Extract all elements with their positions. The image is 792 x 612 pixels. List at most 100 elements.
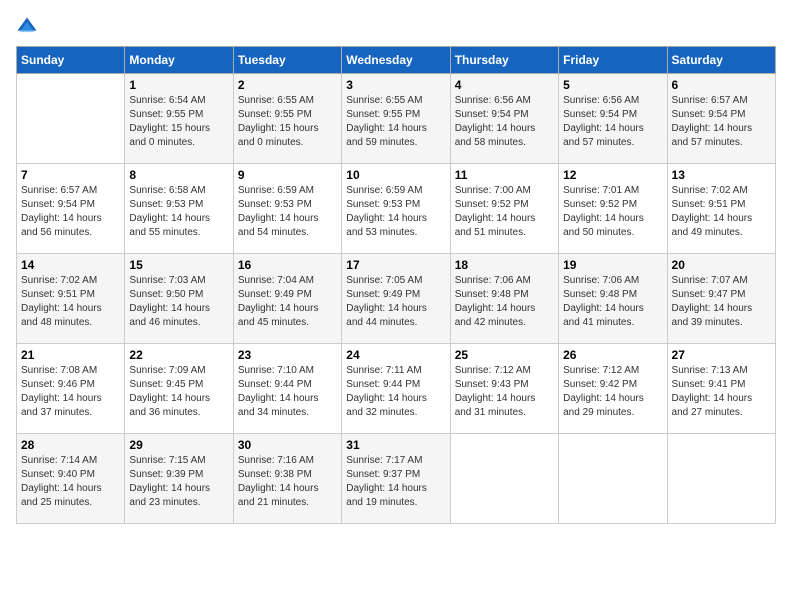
day-info: Sunrise: 6:54 AM Sunset: 9:55 PM Dayligh… xyxy=(129,94,228,150)
day-info: Sunrise: 7:05 AM Sunset: 9:49 PM Dayligh… xyxy=(346,274,445,330)
day-number: 14 xyxy=(21,258,120,272)
day-info: Sunrise: 7:15 AM Sunset: 9:39 PM Dayligh… xyxy=(129,454,228,510)
calendar-cell: 27 Sunrise: 7:13 AM Sunset: 9:41 PM Dayli… xyxy=(667,344,775,434)
day-info: Sunrise: 7:16 AM Sunset: 9:38 PM Dayligh… xyxy=(238,454,337,510)
day-number: 3 xyxy=(346,78,445,92)
day-info: Sunrise: 7:14 AM Sunset: 9:40 PM Dayligh… xyxy=(21,454,120,510)
day-number: 27 xyxy=(672,348,771,362)
calendar-cell: 16 Sunrise: 7:04 AM Sunset: 9:49 PM Dayli… xyxy=(233,254,341,344)
calendar-header-row: SundayMondayTuesdayWednesdayThursdayFrid… xyxy=(17,47,776,74)
day-info: Sunrise: 6:59 AM Sunset: 9:53 PM Dayligh… xyxy=(346,184,445,240)
day-number: 10 xyxy=(346,168,445,182)
day-of-week-header: Saturday xyxy=(667,47,775,74)
day-info: Sunrise: 7:06 AM Sunset: 9:48 PM Dayligh… xyxy=(455,274,554,330)
calendar-cell: 13 Sunrise: 7:02 AM Sunset: 9:51 PM Dayli… xyxy=(667,164,775,254)
calendar-cell: 25 Sunrise: 7:12 AM Sunset: 9:43 PM Dayli… xyxy=(450,344,558,434)
day-number: 1 xyxy=(129,78,228,92)
day-info: Sunrise: 6:57 AM Sunset: 9:54 PM Dayligh… xyxy=(21,184,120,240)
calendar-cell: 7 Sunrise: 6:57 AM Sunset: 9:54 PM Daylig… xyxy=(17,164,125,254)
day-info: Sunrise: 7:02 AM Sunset: 9:51 PM Dayligh… xyxy=(672,184,771,240)
day-number: 30 xyxy=(238,438,337,452)
calendar-cell: 1 Sunrise: 6:54 AM Sunset: 9:55 PM Daylig… xyxy=(125,74,233,164)
day-number: 26 xyxy=(563,348,662,362)
day-info: Sunrise: 7:01 AM Sunset: 9:52 PM Dayligh… xyxy=(563,184,662,240)
calendar-cell: 31 Sunrise: 7:17 AM Sunset: 9:37 PM Dayli… xyxy=(342,434,450,524)
day-info: Sunrise: 7:02 AM Sunset: 9:51 PM Dayligh… xyxy=(21,274,120,330)
day-info: Sunrise: 6:55 AM Sunset: 9:55 PM Dayligh… xyxy=(346,94,445,150)
logo-icon xyxy=(16,16,38,38)
calendar-table: SundayMondayTuesdayWednesdayThursdayFrid… xyxy=(16,46,776,524)
calendar-cell: 29 Sunrise: 7:15 AM Sunset: 9:39 PM Dayli… xyxy=(125,434,233,524)
day-number: 15 xyxy=(129,258,228,272)
day-info: Sunrise: 7:17 AM Sunset: 9:37 PM Dayligh… xyxy=(346,454,445,510)
day-info: Sunrise: 7:04 AM Sunset: 9:49 PM Dayligh… xyxy=(238,274,337,330)
day-info: Sunrise: 7:12 AM Sunset: 9:42 PM Dayligh… xyxy=(563,364,662,420)
day-number: 25 xyxy=(455,348,554,362)
day-info: Sunrise: 7:00 AM Sunset: 9:52 PM Dayligh… xyxy=(455,184,554,240)
calendar-cell: 9 Sunrise: 6:59 AM Sunset: 9:53 PM Daylig… xyxy=(233,164,341,254)
day-info: Sunrise: 7:08 AM Sunset: 9:46 PM Dayligh… xyxy=(21,364,120,420)
day-number: 5 xyxy=(563,78,662,92)
day-number: 16 xyxy=(238,258,337,272)
calendar-cell xyxy=(17,74,125,164)
day-info: Sunrise: 6:58 AM Sunset: 9:53 PM Dayligh… xyxy=(129,184,228,240)
day-number: 13 xyxy=(672,168,771,182)
day-number: 20 xyxy=(672,258,771,272)
day-info: Sunrise: 7:11 AM Sunset: 9:44 PM Dayligh… xyxy=(346,364,445,420)
day-number: 28 xyxy=(21,438,120,452)
day-info: Sunrise: 7:13 AM Sunset: 9:41 PM Dayligh… xyxy=(672,364,771,420)
calendar-cell: 19Sunrise: 7:06 AM Sunset: 9:48 PM Dayli… xyxy=(559,254,667,344)
calendar-week-row: 14 Sunrise: 7:02 AM Sunset: 9:51 PM Dayli… xyxy=(17,254,776,344)
day-number: 2 xyxy=(238,78,337,92)
day-number: 9 xyxy=(238,168,337,182)
logo xyxy=(16,16,40,38)
calendar-cell: 10 Sunrise: 6:59 AM Sunset: 9:53 PM Dayli… xyxy=(342,164,450,254)
day-number: 29 xyxy=(129,438,228,452)
calendar-cell xyxy=(667,434,775,524)
day-of-week-header: Sunday xyxy=(17,47,125,74)
day-number: 7 xyxy=(21,168,120,182)
day-number: 18 xyxy=(455,258,554,272)
day-info: Sunrise: 7:12 AM Sunset: 9:43 PM Dayligh… xyxy=(455,364,554,420)
day-number: 12 xyxy=(563,168,662,182)
day-number: 4 xyxy=(455,78,554,92)
day-number: 31 xyxy=(346,438,445,452)
calendar-cell: 30 Sunrise: 7:16 AM Sunset: 9:38 PM Dayli… xyxy=(233,434,341,524)
day-number: 6 xyxy=(672,78,771,92)
day-number: 24 xyxy=(346,348,445,362)
day-info: Sunrise: 7:10 AM Sunset: 9:44 PM Dayligh… xyxy=(238,364,337,420)
calendar-cell: 8 Sunrise: 6:58 AM Sunset: 9:53 PM Daylig… xyxy=(125,164,233,254)
page-header xyxy=(16,16,776,38)
calendar-cell: 28 Sunrise: 7:14 AM Sunset: 9:40 PM Dayli… xyxy=(17,434,125,524)
calendar-week-row: 1 Sunrise: 6:54 AM Sunset: 9:55 PM Daylig… xyxy=(17,74,776,164)
day-of-week-header: Wednesday xyxy=(342,47,450,74)
day-info: Sunrise: 6:57 AM Sunset: 9:54 PM Dayligh… xyxy=(672,94,771,150)
calendar-cell: 14 Sunrise: 7:02 AM Sunset: 9:51 PM Dayli… xyxy=(17,254,125,344)
day-of-week-header: Thursday xyxy=(450,47,558,74)
calendar-cell: 2Sunrise: 6:55 AM Sunset: 9:55 PM Daylig… xyxy=(233,74,341,164)
calendar-cell: 24 Sunrise: 7:11 AM Sunset: 9:44 PM Dayli… xyxy=(342,344,450,434)
day-info: Sunrise: 7:07 AM Sunset: 9:47 PM Dayligh… xyxy=(672,274,771,330)
calendar-cell: 26 Sunrise: 7:12 AM Sunset: 9:42 PM Dayli… xyxy=(559,344,667,434)
calendar-cell: 3 Sunrise: 6:55 AM Sunset: 9:55 PM Daylig… xyxy=(342,74,450,164)
day-of-week-header: Tuesday xyxy=(233,47,341,74)
calendar-cell: 6 Sunrise: 6:57 AM Sunset: 9:54 PM Daylig… xyxy=(667,74,775,164)
day-of-week-header: Friday xyxy=(559,47,667,74)
calendar-cell: 20 Sunrise: 7:07 AM Sunset: 9:47 PM Dayli… xyxy=(667,254,775,344)
calendar-cell: 11 Sunrise: 7:00 AM Sunset: 9:52 PM Dayli… xyxy=(450,164,558,254)
day-info: Sunrise: 7:09 AM Sunset: 9:45 PM Dayligh… xyxy=(129,364,228,420)
calendar-cell: 18 Sunrise: 7:06 AM Sunset: 9:48 PM Dayli… xyxy=(450,254,558,344)
calendar-cell: 4Sunrise: 6:56 AM Sunset: 9:54 PM Daylig… xyxy=(450,74,558,164)
calendar-cell xyxy=(450,434,558,524)
day-info: Sunrise: 7:06 AM Sunset: 9:48 PM Dayligh… xyxy=(563,274,662,330)
calendar-cell: 22 Sunrise: 7:09 AM Sunset: 9:45 PM Dayli… xyxy=(125,344,233,434)
day-number: 22 xyxy=(129,348,228,362)
day-number: 11 xyxy=(455,168,554,182)
calendar-cell: 5Sunrise: 6:56 AM Sunset: 9:54 PM Daylig… xyxy=(559,74,667,164)
day-info: Sunrise: 6:59 AM Sunset: 9:53 PM Dayligh… xyxy=(238,184,337,240)
day-number: 23 xyxy=(238,348,337,362)
calendar-cell: 21Sunrise: 7:08 AM Sunset: 9:46 PM Dayli… xyxy=(17,344,125,434)
day-number: 8 xyxy=(129,168,228,182)
calendar-week-row: 28 Sunrise: 7:14 AM Sunset: 9:40 PM Dayli… xyxy=(17,434,776,524)
calendar-week-row: 7 Sunrise: 6:57 AM Sunset: 9:54 PM Daylig… xyxy=(17,164,776,254)
